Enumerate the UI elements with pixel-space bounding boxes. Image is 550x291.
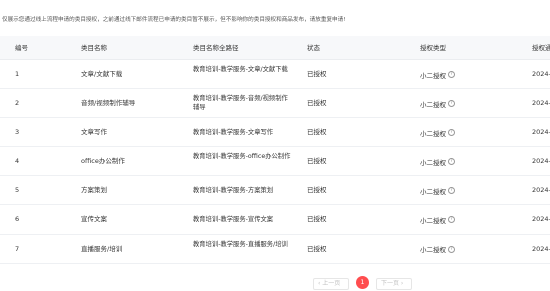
cell-id: 6: [15, 215, 20, 224]
cell-name: 宣传文案: [81, 215, 107, 224]
cell-type: 小二授权?: [420, 235, 455, 264]
cell-id: 1: [15, 70, 20, 78]
cell-path: 教育培训-教学服务-文章写作: [193, 129, 274, 137]
cell-date: 2024-: [532, 70, 550, 78]
current-page-button[interactable]: 1: [356, 276, 369, 289]
header-type: 授权类型: [420, 44, 446, 52]
cell-path: 教育培训-教学服务-宣传文案: [193, 216, 274, 224]
cell-type-label: 小二授权: [420, 187, 446, 196]
cell-name: 文章/文献下载: [81, 70, 123, 78]
cell-id: 3: [15, 128, 20, 137]
cell-type-label: 小二授权: [420, 158, 446, 167]
question-circle-icon[interactable]: ?: [448, 129, 455, 137]
cell-status: 已授权: [307, 70, 327, 78]
cell-name: 音频/视频制作辅导: [81, 99, 136, 108]
cell-type: 小二授权?: [420, 60, 455, 89]
table-row: 7 直播服务/培训 教育培训-教学服务-直播服务/培训 已授权 小二授权? 20…: [0, 235, 550, 264]
cell-date: 2024-: [532, 244, 550, 253]
auth-table: 编号 类目名称 类目名称全路径 状态 授权类型 授权通 1 文章/文献下载 教育…: [0, 36, 550, 264]
cell-name: 方案策划: [81, 186, 107, 195]
cell-date: 2024-: [532, 157, 550, 166]
cell-type: 小二授权?: [420, 118, 455, 147]
table-header: 编号 类目名称 类目名称全路径 状态 授权类型 授权通: [0, 36, 550, 60]
cell-status: 已授权: [307, 186, 327, 195]
cell-path: 教育培训-教学服务-文章/文献下载: [193, 66, 288, 73]
cell-id: 5: [15, 186, 20, 195]
cell-id: 4: [15, 157, 20, 166]
notice-text: 仅展示您通过线上流程申请的类目授权，之前通过线下邮件流程已申请的类目暂不展示，但…: [2, 17, 346, 23]
cell-id: 7: [15, 244, 20, 253]
question-circle-icon[interactable]: ?: [448, 100, 455, 108]
question-circle-icon[interactable]: ?: [448, 71, 455, 78]
cell-type-label: 小二授权: [420, 216, 446, 225]
header-status: 状态: [307, 44, 320, 52]
cell-path: 教育培训-教学服务-音频/视频制作辅导: [193, 95, 288, 111]
cell-type: 小二授权?: [420, 147, 455, 176]
cell-type-label: 小二授权: [420, 129, 446, 138]
cell-name: 直播服务/培训: [81, 244, 123, 253]
table-row: 6 宣传文案 教育培训-教学服务-宣传文案 已授权 小二授权? 2024-: [0, 205, 550, 235]
cell-name: office办公制作: [81, 157, 125, 166]
cell-type: 小二授权?: [420, 176, 455, 205]
cell-status: 已授权: [307, 244, 327, 253]
cell-status: 已授权: [307, 128, 327, 137]
cell-path: 教育培训-教学服务-直播服务/培训: [193, 240, 288, 248]
cell-type: 小二授权?: [420, 205, 455, 234]
cell-status: 已授权: [307, 99, 327, 108]
table-row: 5 方案策划 教育培训-教学服务-方案策划 已授权 小二授权? 2024-: [0, 176, 550, 206]
cell-type-label: 小二授权: [420, 100, 446, 109]
cell-status: 已授权: [307, 157, 327, 166]
header-name: 类目名称: [81, 44, 107, 52]
header-id: 编号: [15, 44, 28, 52]
cell-id: 2: [15, 99, 20, 108]
cell-date: 2024-: [532, 128, 550, 137]
question-circle-icon[interactable]: ?: [448, 216, 455, 224]
cell-name: 文章写作: [81, 128, 107, 137]
cell-date: 2024-: [532, 99, 550, 108]
pagination: ‹ 上一页 1 下一页 ›: [0, 276, 550, 291]
cell-date: 2024-: [532, 215, 550, 224]
top-fade-text: ⁻⁻ ⁻⁻⁻⁻: [0, 0, 550, 6]
cell-type-label: 小二授权: [420, 71, 446, 80]
question-circle-icon[interactable]: ?: [448, 158, 455, 166]
cell-path: 教育培训-教学服务-方案策划: [193, 187, 274, 195]
prev-page-button[interactable]: ‹ 上一页: [313, 278, 349, 290]
header-path: 类目名称全路径: [193, 44, 239, 52]
cell-path: 教育培训-教学服务-office办公制作: [193, 153, 291, 161]
header-date: 授权通: [532, 44, 550, 52]
cell-status: 已授权: [307, 215, 327, 224]
cell-type-label: 小二授权: [420, 246, 446, 255]
table-row: 2 音频/视频制作辅导 教育培训-教学服务-音频/视频制作辅导 已授权 小二授权…: [0, 89, 550, 119]
table-row: 3 文章写作 教育培训-教学服务-文章写作 已授权 小二授权? 2024-: [0, 118, 550, 148]
cell-date: 2024-: [532, 186, 550, 195]
table-row: 1 文章/文献下载 教育培训-教学服务-文章/文献下载 已授权 小二授权? 20…: [0, 60, 550, 90]
question-circle-icon[interactable]: ?: [448, 245, 455, 253]
table-row: 4 office办公制作 教育培训-教学服务-office办公制作 已授权 小二…: [0, 147, 550, 177]
cell-type: 小二授权?: [420, 89, 455, 118]
top-fade-label: ⁻⁻ ⁻⁻⁻⁻: [4, 0, 32, 4]
next-page-button[interactable]: 下一页 ›: [376, 278, 412, 290]
question-circle-icon[interactable]: ?: [448, 187, 455, 195]
